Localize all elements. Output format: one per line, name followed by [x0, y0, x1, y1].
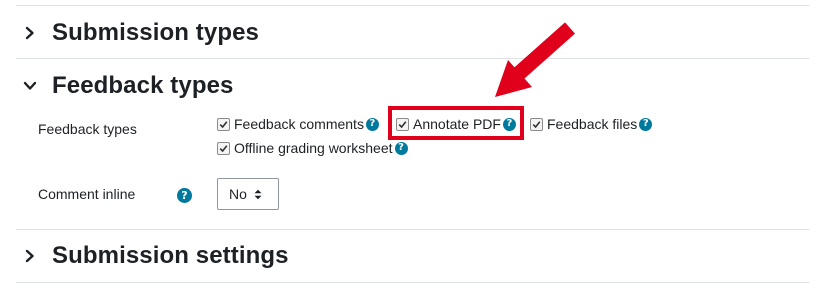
section-title: Submission settings: [52, 242, 289, 269]
select-caret-icon: [254, 189, 262, 200]
pointer-arrow-icon: [495, 22, 575, 97]
section-title: Feedback types: [52, 72, 234, 99]
feedback-types-label: Feedback types: [38, 121, 137, 137]
offline-grading-worksheet-option: Offline grading worksheet ?: [217, 138, 408, 158]
feedback-comments-checkbox[interactable]: [217, 117, 230, 131]
chevron-right-icon: [22, 248, 38, 264]
offline-grading-worksheet-checkbox[interactable]: [217, 141, 230, 155]
section-divider: [16, 282, 809, 283]
help-icon[interactable]: ?: [639, 117, 653, 131]
section-header-submission-types[interactable]: Submission types: [22, 13, 259, 53]
section-header-feedback-types[interactable]: Feedback types: [22, 66, 233, 106]
section-divider: [16, 229, 809, 230]
offline-grading-worksheet-label[interactable]: Offline grading worksheet: [234, 140, 393, 156]
help-icon[interactable]: ?: [394, 141, 408, 155]
comment-inline-value: No: [229, 186, 247, 202]
chevron-right-icon: [22, 25, 38, 41]
section-divider: [16, 5, 809, 6]
section-header-submission-settings[interactable]: Submission settings: [22, 236, 289, 276]
feedback-comments-label[interactable]: Feedback comments: [234, 116, 364, 132]
comment-inline-select[interactable]: No: [217, 178, 279, 210]
help-icon[interactable]: ?: [177, 188, 192, 203]
chevron-down-icon: [22, 78, 38, 94]
comment-inline-label: Comment inline: [38, 186, 136, 202]
feedback-comments-option: Feedback comments ?: [217, 114, 379, 134]
section-divider: [16, 58, 809, 59]
section-title: Submission types: [52, 19, 259, 46]
help-icon[interactable]: ?: [365, 117, 379, 131]
